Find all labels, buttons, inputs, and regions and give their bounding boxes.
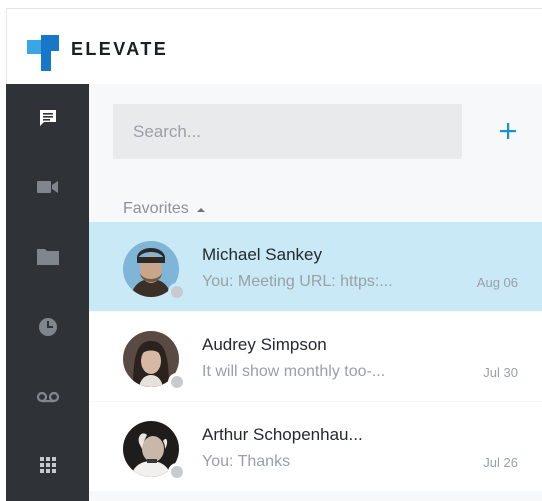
conversation-item[interactable]: Audrey Simpson It will show monthly too-…	[89, 312, 542, 401]
clock-icon	[38, 318, 57, 336]
sidebar-item-apps[interactable]	[6, 440, 89, 490]
message-preview: You: Thanks	[202, 453, 291, 470]
favorites-label: Favorites	[123, 200, 189, 217]
sidebar	[6, 84, 89, 501]
brand-name: ELEVATE	[71, 39, 169, 59]
message-preview: You: Meeting URL: https:...	[202, 273, 393, 290]
contact-name: Arthur Schopenhau...	[202, 425, 363, 444]
sidebar-item-voicemail[interactable]	[6, 372, 89, 422]
presence-indicator	[168, 463, 186, 481]
conversation-item[interactable]: Michael Sankey You: Meeting URL: https:.…	[89, 222, 542, 311]
new-conversation-button[interactable]	[493, 116, 523, 146]
elevate-logo-icon	[27, 35, 59, 71]
sidebar-item-video[interactable]	[6, 162, 89, 212]
presence-indicator	[168, 283, 186, 301]
voicemail-icon	[36, 391, 59, 403]
message-date: Jul 26	[483, 455, 518, 470]
sidebar-item-history[interactable]	[6, 302, 89, 352]
app-window: ELEVATE Search... Favorites Michael Sank…	[0, 0, 542, 501]
plus-icon	[500, 123, 516, 139]
chat-icon	[39, 110, 56, 126]
message-date: Aug 06	[476, 275, 518, 290]
sidebar-item-files[interactable]	[6, 231, 89, 281]
message-date: Jul 30	[483, 365, 518, 380]
search-box	[113, 104, 462, 159]
search-input[interactable]	[113, 104, 462, 159]
video-icon	[36, 181, 58, 193]
conversation-item[interactable]: Arthur Schopenhau... You: Thanks Jul 26	[89, 402, 542, 491]
contact-name: Audrey Simpson	[202, 335, 327, 354]
app-header: ELEVATE	[6, 8, 542, 84]
favorites-toggle[interactable]: Favorites	[123, 200, 205, 218]
sidebar-item-chat[interactable]	[6, 93, 89, 143]
message-preview: It will show monthly too-...	[202, 363, 386, 380]
contact-name: Michael Sankey	[202, 245, 323, 264]
presence-indicator	[168, 373, 186, 391]
grid-icon	[39, 457, 56, 473]
caret-up-icon	[196, 208, 205, 212]
conversation-panel: Favorites Michael Sankey You: Meeting UR…	[89, 84, 542, 501]
folder-icon	[36, 249, 59, 265]
